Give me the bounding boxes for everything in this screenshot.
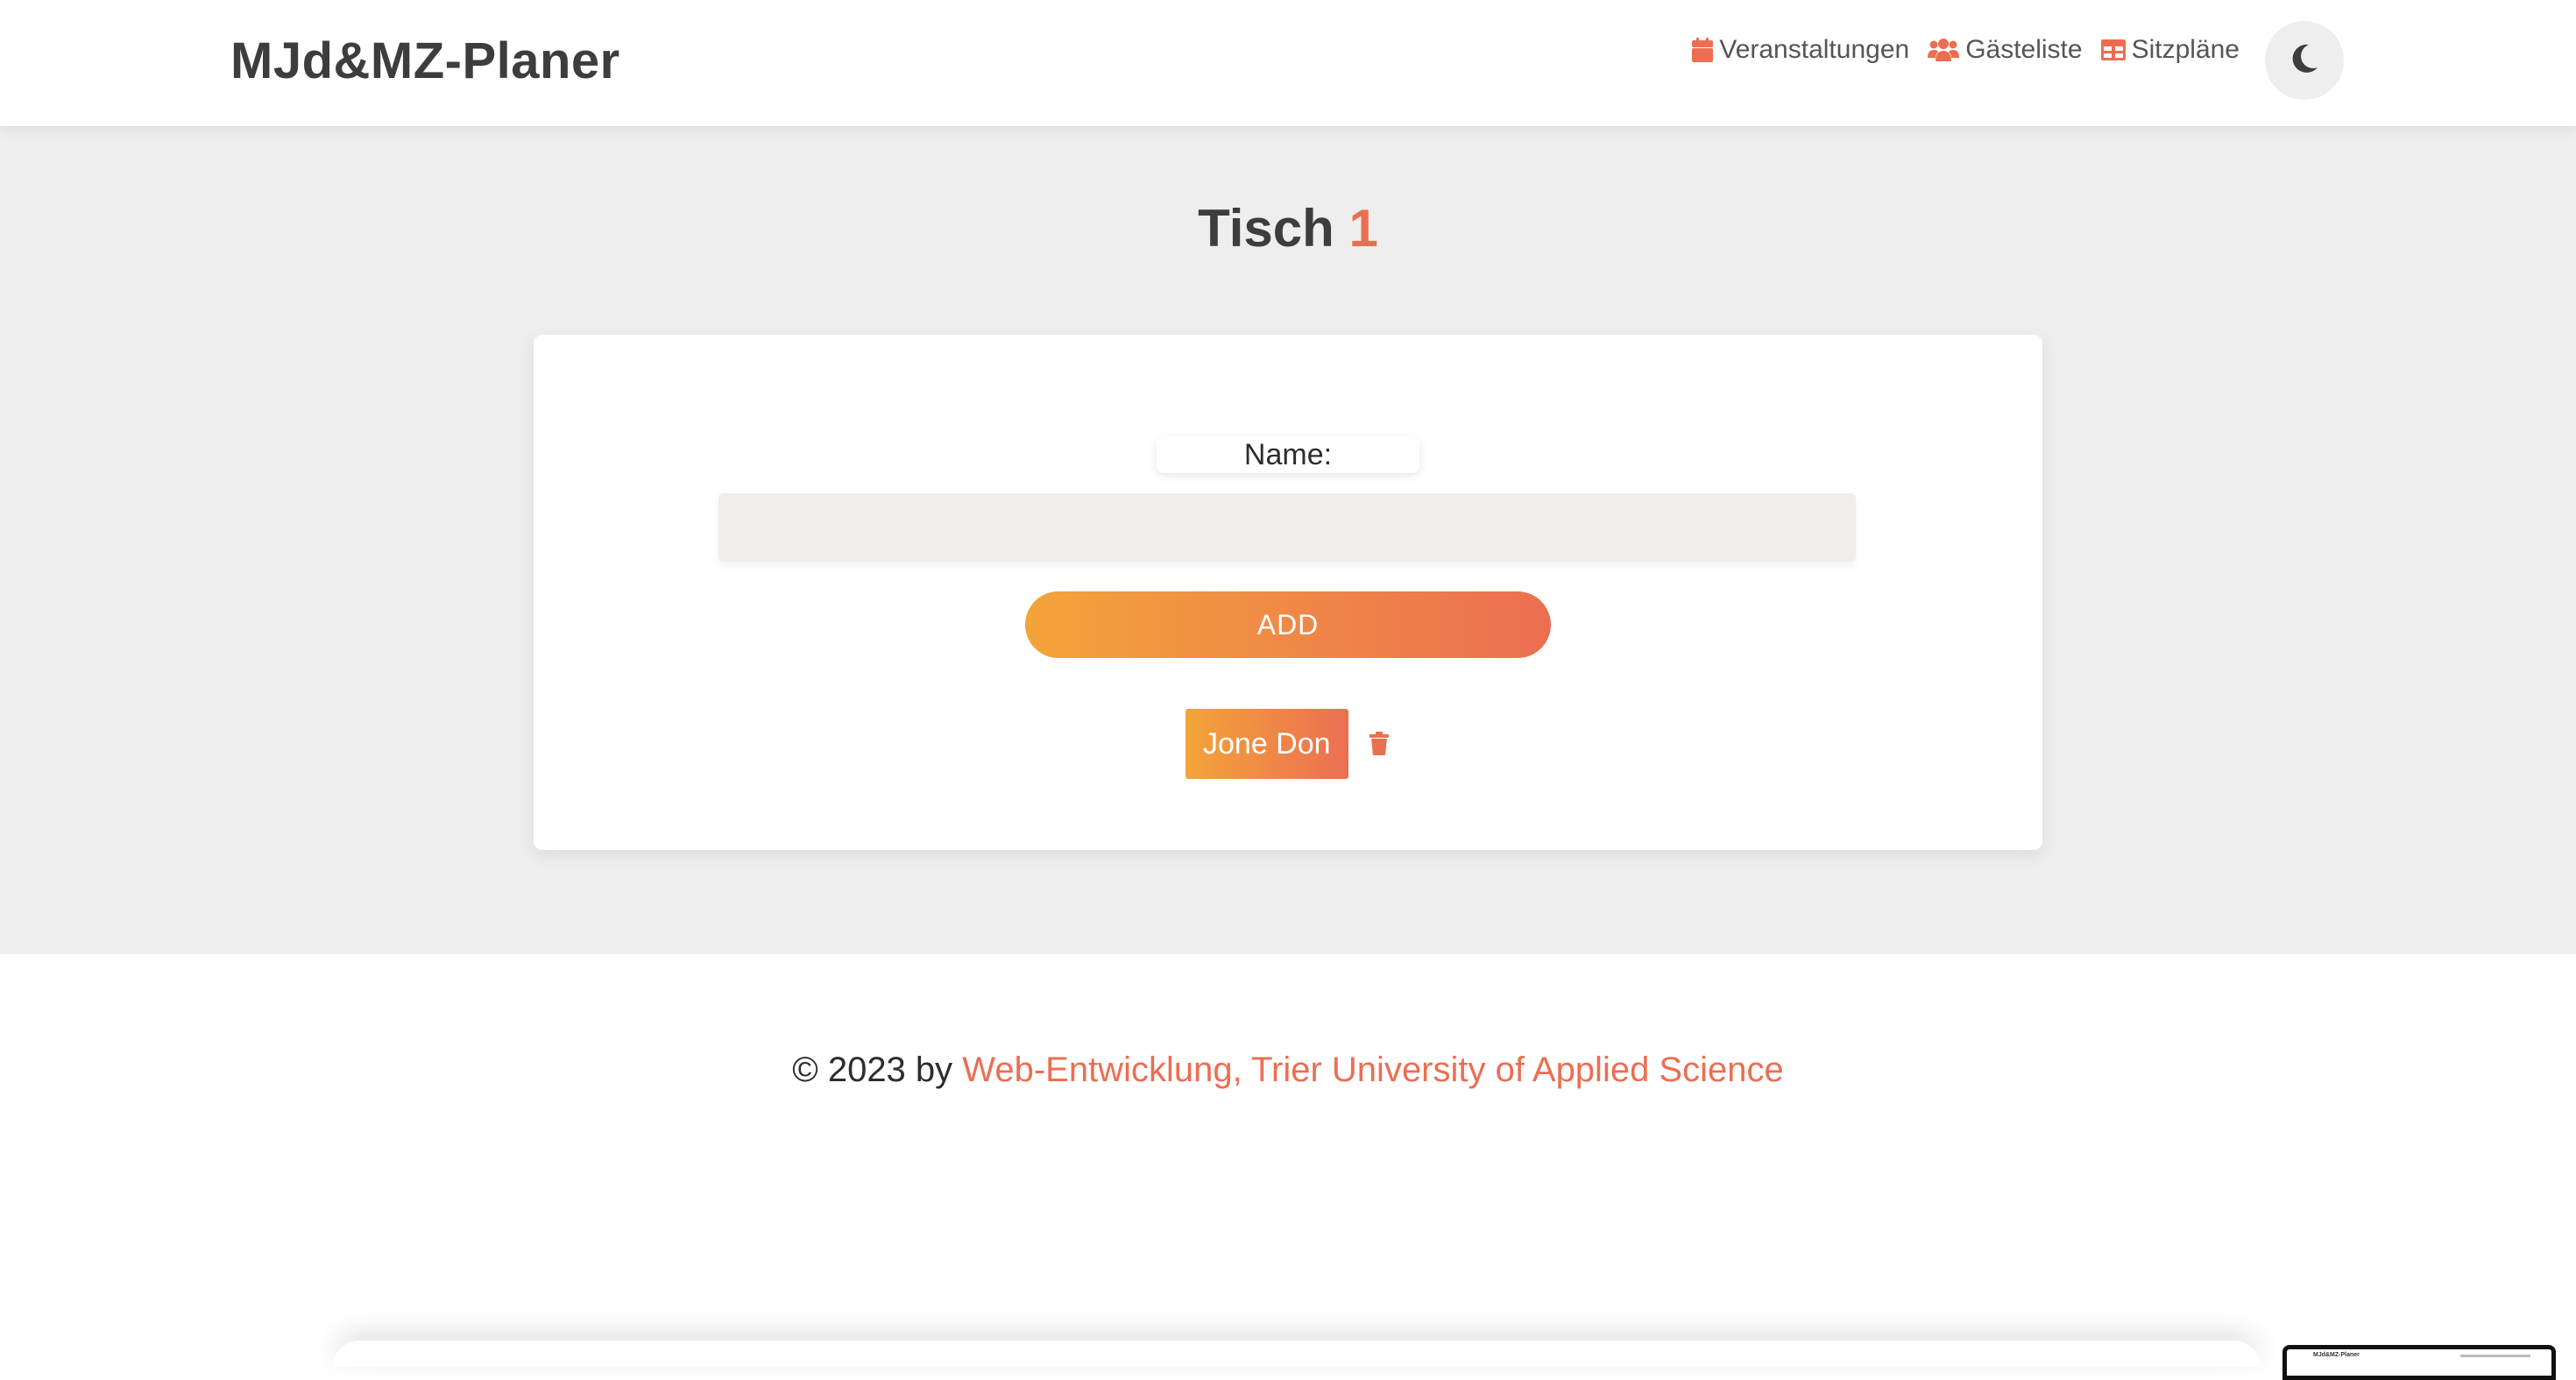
trash-icon[interactable] [1366,729,1392,759]
main-content: Tisch 1 Name: ADD Jone Don [0,126,2576,954]
name-label: Name: [1157,436,1419,473]
nav-link-gaesteliste[interactable]: Gästeliste [1927,35,2083,65]
moon-icon [2289,43,2319,79]
thumbnail-title: MJd&MZ-Planer [2313,1352,2360,1358]
table-number: 1 [1348,199,1378,258]
name-input[interactable] [718,493,1856,562]
guest-form-card: Name: ADD Jone Don [534,335,2042,850]
overlay-shadow [333,1341,2261,1367]
nav-link-veranstaltungen[interactable]: Veranstaltungen [1691,35,1909,65]
guest-chip[interactable]: Jone Don [1185,709,1348,779]
thumbnail-nav [2460,1355,2530,1357]
nav-link-label: Sitzpläne [2131,35,2240,64]
nav-link-label: Veranstaltungen [1719,35,1910,64]
footer-text: © 2023 by Web-Entwicklung, Trier Univers… [0,1051,2576,1090]
copyright-text: © 2023 by [792,1051,953,1089]
navbar: MJd&MZ-Planer Veranstaltungen Gästeliste… [0,0,2576,126]
theme-toggle-button[interactable] [2265,21,2344,100]
nav-link-sitzplaene[interactable]: Sitzpläne [2100,35,2240,65]
users-icon [1927,37,1960,63]
page-title-text: Tisch [1198,199,1334,258]
preview-thumbnail[interactable]: MJd&MZ-Planer [2282,1345,2556,1380]
table-icon [2100,39,2127,61]
nav-link-label: Gästeliste [1965,35,2083,64]
main-nav: Veranstaltungen Gästeliste Sitzpläne [1691,35,2240,65]
footer-link[interactable]: Web-Entwicklung, Trier University of App… [962,1051,1783,1089]
add-button[interactable]: ADD [1025,591,1551,658]
calendar-icon [1691,37,1714,63]
footer: © 2023 by Web-Entwicklung, Trier Univers… [0,954,2576,1360]
list-item: Jone Don [1185,709,1392,779]
brand-title[interactable]: MJd&MZ-Planer [230,32,620,90]
page-title: Tisch 1 [0,198,2576,258]
